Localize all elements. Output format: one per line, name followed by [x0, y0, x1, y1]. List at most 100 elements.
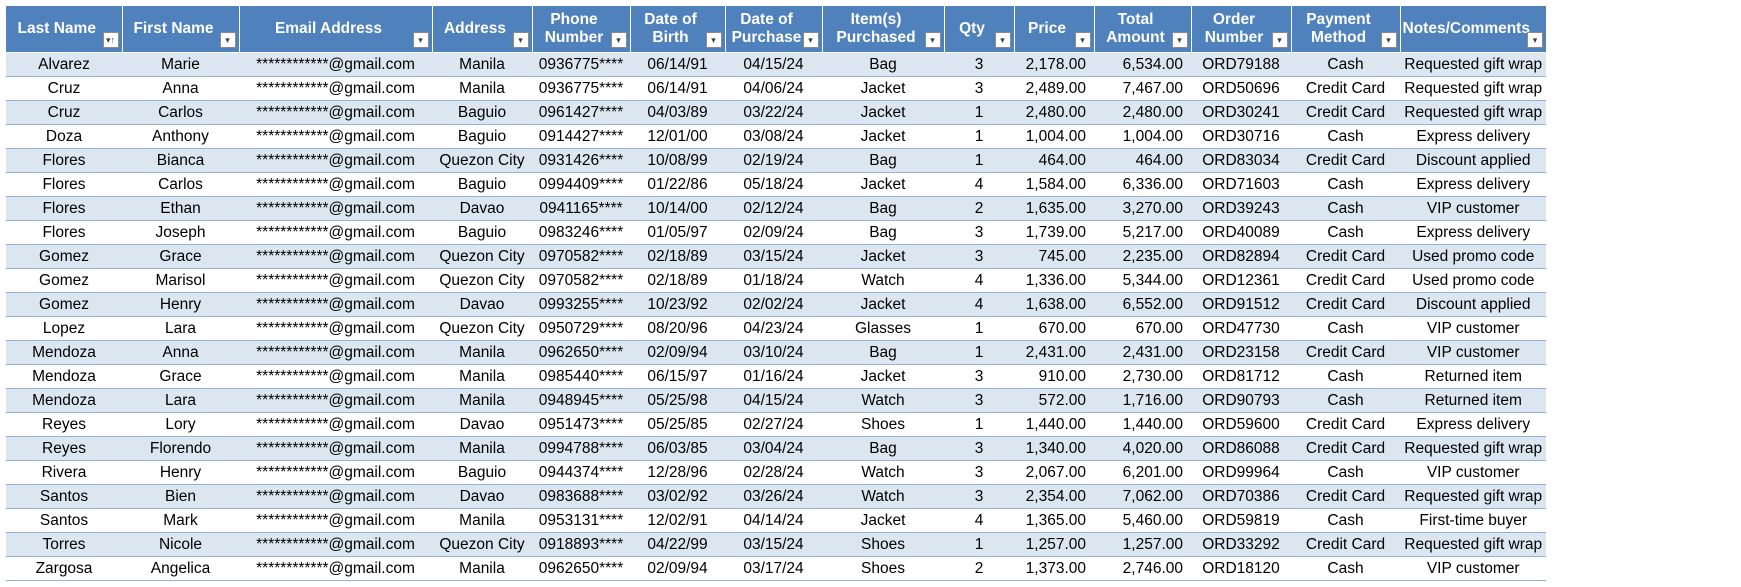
cell-address[interactable]: Quezon City: [432, 532, 532, 557]
cell-qty[interactable]: 3: [944, 436, 1014, 461]
cell-payment[interactable]: Credit Card: [1291, 76, 1400, 101]
cell-dob[interactable]: 06/14/91: [630, 76, 725, 101]
cell-last-name[interactable]: Rivera: [6, 460, 122, 485]
cell-order[interactable]: ORD59600: [1191, 412, 1291, 437]
cell-notes[interactable]: Used promo code: [1400, 244, 1547, 269]
cell-email[interactable]: ************@gmail.com: [239, 460, 432, 485]
cell-first-name[interactable]: Ethan: [122, 196, 239, 221]
cell-email[interactable]: ************@gmail.com: [239, 220, 432, 245]
cell-qty[interactable]: 4: [944, 292, 1014, 317]
cell-first-name[interactable]: Anna: [122, 340, 239, 365]
cell-first-name[interactable]: Mark: [122, 508, 239, 533]
cell-order[interactable]: ORD70386: [1191, 484, 1291, 509]
cell-first-name[interactable]: Grace: [122, 364, 239, 389]
cell-address[interactable]: Quezon City: [432, 244, 532, 269]
filter-dropdown-icon[interactable]: ▾: [219, 32, 236, 48]
cell-dop[interactable]: 04/06/24: [725, 76, 822, 101]
cell-qty[interactable]: 1: [944, 100, 1014, 125]
cell-last-name[interactable]: Flores: [6, 196, 122, 221]
cell-order[interactable]: ORD99964: [1191, 460, 1291, 485]
cell-dob[interactable]: 12/02/91: [630, 508, 725, 533]
cell-phone[interactable]: 0918893****: [532, 532, 630, 557]
cell-email[interactable]: ************@gmail.com: [239, 364, 432, 389]
cell-phone[interactable]: 0936775****: [532, 52, 630, 77]
cell-payment[interactable]: Cash: [1291, 220, 1400, 245]
cell-notes[interactable]: VIP customer: [1400, 316, 1547, 341]
cell-email[interactable]: ************@gmail.com: [239, 52, 432, 77]
cell-first-name[interactable]: Anna: [122, 76, 239, 101]
cell-payment[interactable]: Cash: [1291, 172, 1400, 197]
cell-last-name[interactable]: Reyes: [6, 436, 122, 461]
cell-item[interactable]: Jacket: [822, 100, 944, 125]
cell-email[interactable]: ************@gmail.com: [239, 532, 432, 557]
cell-last-name[interactable]: Santos: [6, 484, 122, 509]
cell-first-name[interactable]: Florendo: [122, 436, 239, 461]
cell-address[interactable]: Quezon City: [432, 148, 532, 173]
cell-order[interactable]: ORD47730: [1191, 316, 1291, 341]
cell-email[interactable]: ************@gmail.com: [239, 316, 432, 341]
cell-item[interactable]: Jacket: [822, 364, 944, 389]
cell-email[interactable]: ************@gmail.com: [239, 124, 432, 149]
cell-phone[interactable]: 0994788****: [532, 436, 630, 461]
cell-item[interactable]: Shoes: [822, 412, 944, 437]
cell-dop[interactable]: 04/15/24: [725, 388, 822, 413]
cell-first-name[interactable]: Nicole: [122, 532, 239, 557]
cell-qty[interactable]: 4: [944, 508, 1014, 533]
cell-item[interactable]: Bag: [822, 52, 944, 77]
cell-phone[interactable]: 0983246****: [532, 220, 630, 245]
cell-phone[interactable]: 0994409****: [532, 172, 630, 197]
cell-order[interactable]: ORD33292: [1191, 532, 1291, 557]
cell-address[interactable]: Manila: [432, 364, 532, 389]
cell-total[interactable]: 2,730.00: [1094, 364, 1191, 389]
cell-price[interactable]: 1,336.00: [1014, 268, 1094, 293]
cell-price[interactable]: 2,354.00: [1014, 484, 1094, 509]
cell-order[interactable]: ORD12361: [1191, 268, 1291, 293]
cell-phone[interactable]: 0948945****: [532, 388, 630, 413]
cell-price[interactable]: 2,489.00: [1014, 76, 1094, 101]
cell-address[interactable]: Baguio: [432, 460, 532, 485]
cell-price[interactable]: 1,257.00: [1014, 532, 1094, 557]
cell-dob[interactable]: 06/14/91: [630, 52, 725, 77]
cell-total[interactable]: 1,440.00: [1094, 412, 1191, 437]
cell-total[interactable]: 6,552.00: [1094, 292, 1191, 317]
column-header-notes[interactable]: Notes/Comments ▾: [1400, 6, 1547, 53]
cell-total[interactable]: 6,534.00: [1094, 52, 1191, 77]
cell-dob[interactable]: 01/05/97: [630, 220, 725, 245]
cell-first-name[interactable]: Angelica: [122, 556, 239, 581]
cell-total[interactable]: 5,217.00: [1094, 220, 1191, 245]
cell-first-name[interactable]: Bianca: [122, 148, 239, 173]
cell-phone[interactable]: 0970582****: [532, 268, 630, 293]
cell-dob[interactable]: 04/03/89: [630, 100, 725, 125]
cell-qty[interactable]: 1: [944, 124, 1014, 149]
cell-notes[interactable]: Returned item: [1400, 364, 1547, 389]
cell-phone[interactable]: 0993255****: [532, 292, 630, 317]
cell-email[interactable]: ************@gmail.com: [239, 244, 432, 269]
cell-qty[interactable]: 1: [944, 412, 1014, 437]
cell-payment[interactable]: Cash: [1291, 124, 1400, 149]
cell-last-name[interactable]: Gomez: [6, 268, 122, 293]
cell-address[interactable]: Baguio: [432, 124, 532, 149]
cell-qty[interactable]: 1: [944, 316, 1014, 341]
cell-dop[interactable]: 03/08/24: [725, 124, 822, 149]
cell-notes[interactable]: VIP customer: [1400, 340, 1547, 365]
column-header-dop[interactable]: Date of Purchase ▾: [725, 6, 823, 53]
cell-qty[interactable]: 3: [944, 460, 1014, 485]
column-header-qty[interactable]: Qty ▾: [944, 6, 1015, 53]
cell-payment[interactable]: Credit Card: [1291, 484, 1400, 509]
cell-last-name[interactable]: Mendoza: [6, 340, 122, 365]
column-header-total[interactable]: Total Amount ▾: [1094, 6, 1192, 53]
cell-email[interactable]: ************@gmail.com: [239, 76, 432, 101]
cell-email[interactable]: ************@gmail.com: [239, 292, 432, 317]
cell-email[interactable]: ************@gmail.com: [239, 484, 432, 509]
cell-dob[interactable]: 05/25/85: [630, 412, 725, 437]
cell-item[interactable]: Bag: [822, 220, 944, 245]
cell-notes[interactable]: VIP customer: [1400, 196, 1547, 221]
cell-notes[interactable]: Requested gift wrap: [1400, 100, 1547, 125]
cell-notes[interactable]: Requested gift wrap: [1400, 436, 1547, 461]
cell-last-name[interactable]: Santos: [6, 508, 122, 533]
filter-dropdown-icon[interactable]: ▾: [1074, 32, 1091, 48]
cell-total[interactable]: 5,460.00: [1094, 508, 1191, 533]
cell-payment[interactable]: Cash: [1291, 460, 1400, 485]
filter-dropdown-icon[interactable]: ▾: [1526, 32, 1543, 48]
cell-qty[interactable]: 4: [944, 268, 1014, 293]
